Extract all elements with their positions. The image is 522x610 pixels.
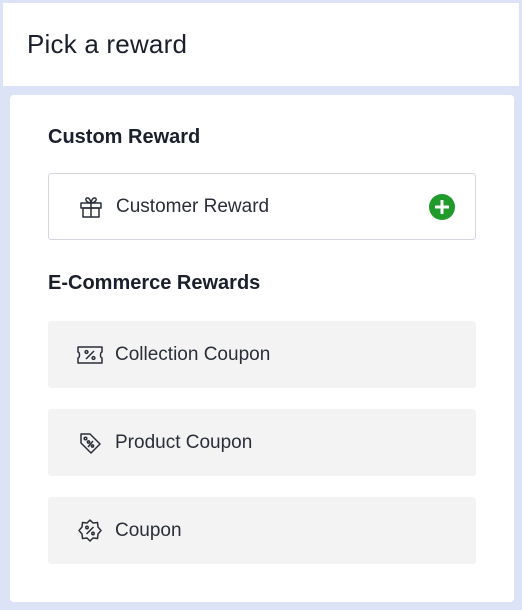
coupon-option[interactable]: Coupon xyxy=(48,497,476,564)
custom-reward-section-title: Custom Reward xyxy=(48,126,201,148)
product-coupon-label: Product Coupon xyxy=(115,431,253,453)
badge-percent-icon xyxy=(76,517,104,545)
ticket-percent-icon xyxy=(76,341,104,369)
coupon-label: Coupon xyxy=(115,519,182,541)
collection-coupon-label: Collection Coupon xyxy=(115,343,271,365)
tag-percent-icon xyxy=(76,429,104,457)
page-title: Pick a reward xyxy=(27,29,188,59)
add-circle-icon[interactable] xyxy=(429,193,455,220)
customer-reward-label: Customer Reward xyxy=(116,195,270,217)
product-coupon-option[interactable]: Product Coupon xyxy=(48,409,476,476)
gift-icon xyxy=(77,193,105,221)
customer-reward-option[interactable]: Customer Reward xyxy=(48,173,476,240)
dialog-header: Pick a reward xyxy=(3,3,519,86)
collection-coupon-option[interactable]: Collection Coupon xyxy=(48,321,476,388)
reward-panel: Custom Reward Customer Reward E-Commerce… xyxy=(10,95,514,602)
ecommerce-rewards-section-title: E-Commerce Rewards xyxy=(48,272,261,294)
